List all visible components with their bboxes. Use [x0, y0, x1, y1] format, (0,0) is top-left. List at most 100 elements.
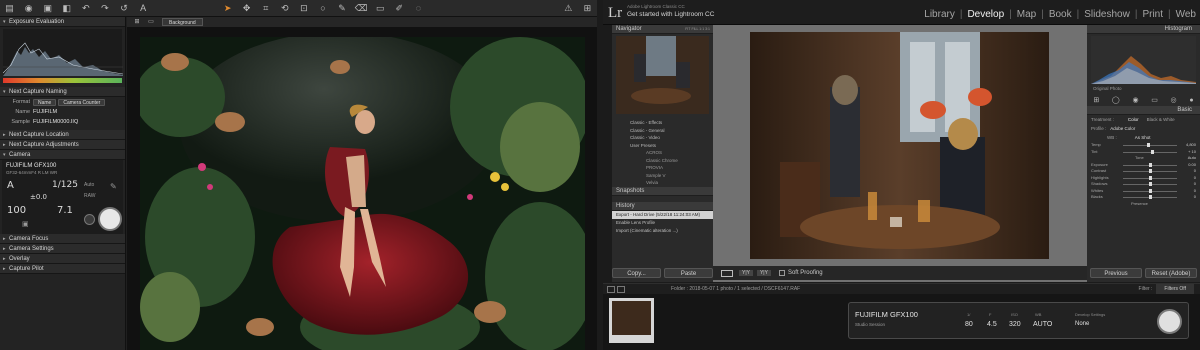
radial-filter-icon[interactable]: ◎	[1171, 96, 1177, 104]
profile-select[interactable]: Adobe Color	[1110, 126, 1135, 131]
develop-settings-select[interactable]: None	[1075, 321, 1089, 327]
preset-folder[interactable]: Classic - Video	[612, 134, 713, 142]
reset-icon[interactable]: ↺	[117, 2, 130, 14]
iso-value[interactable]: 100	[7, 205, 26, 216]
undo-icon[interactable]: ↶	[79, 2, 92, 14]
file-format[interactable]: RAW	[84, 193, 95, 199]
before-after-icon[interactable]: Y|Y	[739, 270, 753, 276]
import-icon[interactable]: ▣	[41, 2, 54, 14]
history-item[interactable]: Export - Hard Drive (5/22/18 11:24:03 AM…	[612, 210, 713, 219]
slider-value[interactable]: 4,800	[1186, 142, 1196, 147]
rotate-icon[interactable]: ⟲	[278, 2, 291, 14]
video-record-button[interactable]	[84, 214, 95, 225]
folder-icon[interactable]: ▤	[3, 2, 16, 14]
get-started-link[interactable]: Get started with Lightroom CC	[627, 11, 714, 18]
export-icon[interactable]: ◧	[60, 2, 73, 14]
preset-item[interactable]: PROVIA	[612, 164, 713, 172]
slider-value[interactable]: 0	[1194, 175, 1196, 180]
slider-knob[interactable]	[1147, 143, 1150, 147]
slider-knob[interactable]	[1149, 188, 1152, 193]
grid-icon[interactable]: ⊞	[581, 2, 594, 14]
background-select[interactable]: Background	[162, 18, 203, 26]
spot-icon[interactable]: ○	[316, 2, 329, 14]
red-eye-icon[interactable]: ◉	[1132, 96, 1138, 104]
histogram-header[interactable]: Histogram	[1087, 25, 1200, 34]
navigator-preview[interactable]	[616, 36, 709, 114]
module-web[interactable]: Web	[1176, 9, 1196, 20]
copy-button[interactable]: Copy...	[612, 268, 661, 278]
pan-icon[interactable]: ✥	[240, 2, 253, 14]
eraser-icon[interactable]: ⌫	[355, 2, 368, 14]
slider-knob[interactable]	[1149, 169, 1152, 173]
preset-item[interactable]: Sample V	[612, 172, 713, 180]
tone-auto-button[interactable]: Auto	[1188, 155, 1196, 160]
preset-item[interactable]: ACROS	[612, 149, 713, 157]
original-photo-toggle[interactable]: Original Photo	[1087, 86, 1200, 94]
slider-track[interactable]	[1123, 145, 1177, 146]
reset-button[interactable]: Reset (Adobe)	[1145, 268, 1197, 278]
camera-focus-header[interactable]: ▸ Camera Focus	[0, 234, 125, 244]
slider-knob[interactable]	[1149, 162, 1152, 167]
treatment-bw-option[interactable]: Black & White	[1147, 117, 1175, 122]
slider-knob[interactable]	[1149, 182, 1152, 186]
develop-photo[interactable]	[750, 32, 1049, 259]
filter-select[interactable]: Filters Off	[1156, 284, 1194, 294]
slider-knob[interactable]	[1149, 195, 1152, 199]
af-mode[interactable]: Auto	[84, 182, 94, 188]
graduated-filter-icon[interactable]: ▭	[1151, 96, 1158, 104]
capture-pilot-header[interactable]: ▸ Capture Pilot	[0, 264, 125, 274]
basic-header[interactable]: Basic	[1087, 106, 1200, 115]
slider-value[interactable]: 0	[1194, 194, 1196, 199]
wb-select[interactable]: As Shot	[1135, 135, 1151, 140]
module-book[interactable]: Book	[1049, 9, 1072, 20]
shutter-speed[interactable]: 1/125	[52, 180, 78, 190]
spot-removal-icon[interactable]: ◯	[1112, 96, 1120, 104]
text-icon[interactable]: A	[137, 2, 150, 14]
navigator-header[interactable]: Navigator FIT FILL 1:1 3:1	[612, 25, 713, 34]
preset-item[interactable]: Classic Chrome	[612, 157, 713, 165]
gradient-icon[interactable]: ▭	[374, 2, 387, 14]
crop-tool-icon[interactable]: ⊞	[1093, 96, 1099, 104]
navigator-zoom-options[interactable]: FIT FILL 1:1 3:1	[685, 25, 710, 34]
grid-view-icon[interactable]: ⊞	[133, 16, 141, 28]
module-print[interactable]: Print	[1142, 9, 1163, 20]
camera-header[interactable]: ▾ Camera	[0, 150, 125, 160]
module-library[interactable]: Library	[924, 9, 955, 20]
eyedropper-icon[interactable]: ✎	[110, 182, 117, 191]
drive-mode-icon[interactable]: ▣	[22, 220, 29, 228]
preset-item[interactable]: Velvia	[612, 179, 713, 187]
screen-2-icon[interactable]	[617, 285, 625, 293]
picker-icon[interactable]: ✐	[393, 2, 406, 14]
tether-camera[interactable]: FUJIFILM GFX100	[855, 310, 918, 319]
captured-photo[interactable]	[140, 37, 585, 350]
snapshots-header[interactable]: Snapshots	[612, 186, 713, 196]
slider-value[interactable]: + 10	[1188, 149, 1196, 154]
history-item[interactable]: Import (Cinematic alteration ...)	[612, 227, 713, 235]
preset-folder[interactable]: Classic - General	[612, 127, 713, 135]
next-capture-adjustments-header[interactable]: ▸ Next Capture Adjustments	[0, 140, 125, 150]
slider-knob[interactable]	[1149, 175, 1152, 180]
slider-track[interactable]	[1123, 151, 1177, 153]
loupe-view-icon[interactable]	[721, 269, 733, 277]
next-capture-location-header[interactable]: ▸ Next Capture Location	[0, 130, 125, 140]
history-header[interactable]: History	[612, 201, 713, 211]
brush-icon[interactable]: ✎	[336, 2, 349, 14]
soft-proofing-checkbox[interactable]	[778, 270, 785, 276]
before-after-split-icon[interactable]: Y|Y	[756, 270, 771, 276]
name-field[interactable]: FUJIFILM	[33, 109, 57, 115]
overlay-header[interactable]: ▸ Overlay	[0, 254, 125, 264]
history-item[interactable]: Enable Lens Profile	[612, 219, 713, 227]
exposure-evaluation-header[interactable]: ▾ Exposure Evaluation	[0, 17, 125, 27]
warning-icon[interactable]: ⚠	[562, 2, 575, 14]
capture-button[interactable]	[98, 207, 122, 231]
next-capture-naming-header[interactable]: ▾ Next Capture Naming	[0, 87, 125, 97]
filmstrip-thumbnail[interactable]	[609, 298, 654, 343]
exposure-mode[interactable]: A	[7, 180, 14, 191]
format-token-counter[interactable]: Camera Counter	[58, 98, 106, 106]
preset-folder[interactable]: Classic - Effects	[612, 119, 713, 127]
screen-1-icon[interactable]	[607, 285, 615, 293]
camera-settings-header[interactable]: ▸ Camera Settings	[0, 244, 125, 254]
tether-shutter-button[interactable]	[1157, 309, 1182, 334]
module-map[interactable]: Map	[1017, 9, 1036, 20]
exposure-compensation[interactable]: ±0.0	[30, 193, 47, 201]
